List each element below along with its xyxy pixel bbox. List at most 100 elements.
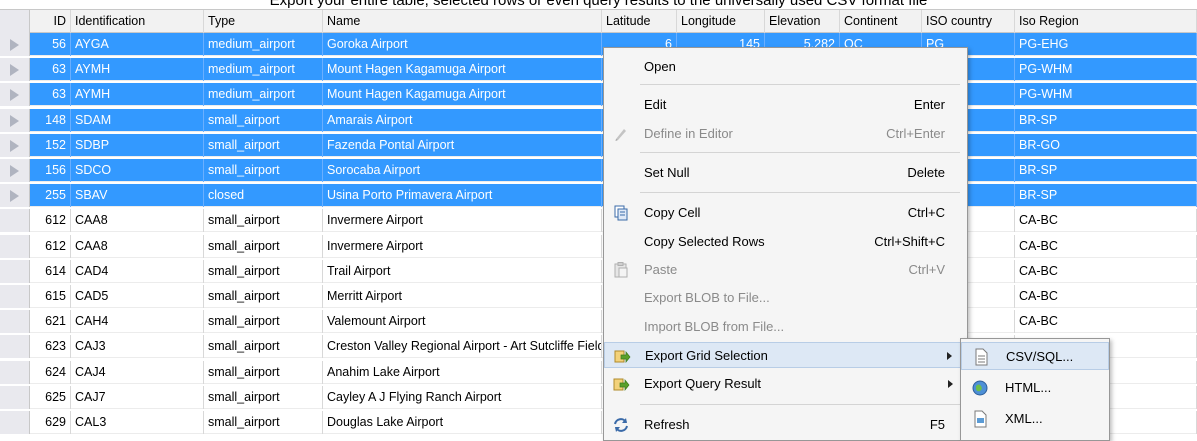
menu-item-import-blob[interactable]: Import BLOB from File... bbox=[604, 314, 967, 340]
row-gutter[interactable] bbox=[0, 83, 30, 107]
cell-name[interactable]: Merritt Airport bbox=[323, 285, 602, 308]
cell-name[interactable]: Mount Hagen Kagamuga Airport bbox=[323, 58, 602, 82]
cell-type[interactable]: small_airport bbox=[204, 259, 323, 283]
cell-type[interactable]: small_airport bbox=[204, 360, 323, 384]
menu-item-set-null[interactable]: Set Null Delete bbox=[604, 160, 967, 186]
cell-id[interactable]: 614 bbox=[30, 259, 71, 283]
submenu-item-xml[interactable]: XML... bbox=[961, 405, 1109, 433]
cell-name[interactable]: Anahim Lake Airport bbox=[323, 360, 602, 384]
cell-type[interactable]: medium_airport bbox=[204, 83, 323, 107]
cell-id[interactable]: 623 bbox=[30, 335, 71, 359]
cell-name[interactable]: Mount Hagen Kagamuga Airport bbox=[323, 83, 602, 107]
table-row[interactable]: 56 AYGA medium_airport Goroka Airport 6 145 5,… bbox=[0, 33, 1197, 56]
row-gutter[interactable] bbox=[0, 58, 30, 82]
cell-identification[interactable]: AYMH bbox=[71, 83, 204, 107]
cell-iso-region[interactable]: CA-BC bbox=[1015, 310, 1197, 334]
col-header-iso-region[interactable]: Iso Region bbox=[1015, 10, 1197, 33]
cell-iso-region[interactable]: CA-BC bbox=[1015, 259, 1197, 283]
cell-type[interactable]: medium_airport bbox=[204, 33, 323, 56]
cell-name[interactable]: Trail Airport bbox=[323, 259, 602, 283]
cell-id[interactable]: 148 bbox=[30, 108, 71, 132]
row-gutter[interactable] bbox=[0, 385, 30, 409]
table-row[interactable]: 612CAA8small_airportInvermere AirportCAC… bbox=[0, 234, 1197, 258]
cell-id[interactable]: 63 bbox=[30, 58, 71, 82]
row-gutter[interactable] bbox=[0, 133, 30, 157]
menu-item-paste[interactable]: Paste Ctrl+V bbox=[604, 257, 967, 283]
cell-name[interactable]: Invermere Airport bbox=[323, 234, 602, 258]
cell-name[interactable]: Sorocaba Airport bbox=[323, 159, 602, 182]
col-header-elevation[interactable]: Elevation bbox=[765, 10, 840, 33]
cell-type[interactable]: small_airport bbox=[204, 285, 323, 308]
menu-item-copy-cell[interactable]: Copy Cell Ctrl+C bbox=[604, 200, 967, 226]
table-row[interactable]: 621CAH4small_airportValemount AirportCAC… bbox=[0, 310, 1197, 334]
table-row[interactable]: 615CAD5small_airportMerritt AirportCACA-… bbox=[0, 285, 1197, 308]
cell-iso-region[interactable]: BR-SP bbox=[1015, 184, 1197, 208]
cell-name[interactable]: Amarais Airport bbox=[323, 108, 602, 132]
cell-id[interactable]: 255 bbox=[30, 184, 71, 208]
table-row[interactable]: 612CAA8small_airportInvermere AirportCAC… bbox=[0, 209, 1197, 233]
cell-iso-region[interactable]: BR-GO bbox=[1015, 133, 1197, 157]
cell-name[interactable]: Valemount Airport bbox=[323, 310, 602, 334]
table-row[interactable]: 255 SBAV closed Usina Porto Primavera Airpo… bbox=[0, 184, 1197, 208]
cell-identification[interactable]: SDAM bbox=[71, 108, 204, 132]
cell-iso-region[interactable]: CA-BC bbox=[1015, 209, 1197, 233]
cell-id[interactable]: 612 bbox=[30, 234, 71, 258]
cell-iso-region[interactable]: PG-EHG bbox=[1015, 33, 1197, 56]
menu-item-export-grid-selection[interactable]: Export Grid Selection bbox=[604, 342, 967, 368]
cell-identification[interactable]: CAD4 bbox=[71, 259, 204, 283]
cell-iso-region[interactable]: BR-SP bbox=[1015, 108, 1197, 132]
cell-id[interactable]: 56 bbox=[30, 33, 71, 56]
cell-type[interactable]: small_airport bbox=[204, 411, 323, 434]
cell-type[interactable]: small_airport bbox=[204, 108, 323, 132]
col-header-iso-country[interactable]: ISO country bbox=[922, 10, 1015, 33]
cell-iso-region[interactable]: CA-BC bbox=[1015, 285, 1197, 308]
table-row[interactable]: 63 AYMH medium_airport Mount Hagen Kagamuga… bbox=[0, 83, 1197, 107]
cell-name[interactable]: Douglas Lake Airport bbox=[323, 411, 602, 434]
table-row[interactable]: 614CAD4small_airportTrail AirportCACA-BC bbox=[0, 259, 1197, 283]
menu-item-edit[interactable]: Edit Enter bbox=[604, 92, 967, 118]
row-gutter[interactable] bbox=[0, 234, 30, 258]
col-header-name[interactable]: Name bbox=[323, 10, 602, 33]
cell-iso-region[interactable]: PG-WHM bbox=[1015, 83, 1197, 107]
cell-identification[interactable]: CAH4 bbox=[71, 310, 204, 334]
cell-id[interactable]: 152 bbox=[30, 133, 71, 157]
cell-identification[interactable]: CAL3 bbox=[71, 411, 204, 434]
row-gutter[interactable] bbox=[0, 360, 30, 384]
cell-identification[interactable]: AYGA bbox=[71, 33, 204, 56]
row-gutter[interactable] bbox=[0, 335, 30, 359]
row-gutter[interactable] bbox=[0, 33, 30, 56]
cell-type[interactable]: small_airport bbox=[204, 385, 323, 409]
cell-name[interactable]: Goroka Airport bbox=[323, 33, 602, 56]
cell-type[interactable]: small_airport bbox=[204, 133, 323, 157]
cell-name[interactable]: Creston Valley Regional Airport - Art Su… bbox=[323, 335, 602, 359]
cell-type[interactable]: small_airport bbox=[204, 310, 323, 334]
cell-identification[interactable]: SDBP bbox=[71, 133, 204, 157]
cell-identification[interactable]: CAJ3 bbox=[71, 335, 204, 359]
cell-identification[interactable]: CAA8 bbox=[71, 234, 204, 258]
cell-type[interactable]: small_airport bbox=[204, 209, 323, 233]
cell-id[interactable]: 624 bbox=[30, 360, 71, 384]
table-row[interactable]: 156SDCOsmall_airportSorocaba AirportBRBR… bbox=[0, 159, 1197, 182]
col-header-identification[interactable]: Identification bbox=[71, 10, 204, 33]
row-gutter[interactable] bbox=[0, 209, 30, 233]
submenu-item-csv-sql[interactable]: CSV/SQL... bbox=[961, 342, 1109, 370]
menu-item-define-in-editor[interactable]: Define in Editor Ctrl+Enter bbox=[604, 121, 967, 147]
cell-name[interactable]: Usina Porto Primavera Airport bbox=[323, 184, 602, 208]
cell-iso-region[interactable]: BR-SP bbox=[1015, 159, 1197, 182]
cell-id[interactable]: 625 bbox=[30, 385, 71, 409]
col-header-continent[interactable]: Continent bbox=[840, 10, 922, 33]
table-row[interactable]: 148SDAMsmall_airportAmarais AirportBRBR-… bbox=[0, 108, 1197, 132]
cell-identification[interactable]: CAJ7 bbox=[71, 385, 204, 409]
cell-id[interactable]: 629 bbox=[30, 411, 71, 434]
cell-identification[interactable]: CAJ4 bbox=[71, 360, 204, 384]
row-gutter[interactable] bbox=[0, 108, 30, 132]
cell-id[interactable]: 615 bbox=[30, 285, 71, 308]
row-gutter[interactable] bbox=[0, 259, 30, 283]
menu-item-refresh[interactable]: Refresh F5 bbox=[604, 412, 967, 438]
menu-item-open[interactable]: Open bbox=[604, 54, 967, 80]
cell-id[interactable]: 63 bbox=[30, 83, 71, 107]
cell-id[interactable]: 156 bbox=[30, 159, 71, 182]
row-gutter[interactable] bbox=[0, 159, 30, 182]
col-header-id[interactable]: ID bbox=[30, 10, 71, 33]
cell-type[interactable]: small_airport bbox=[204, 159, 323, 182]
